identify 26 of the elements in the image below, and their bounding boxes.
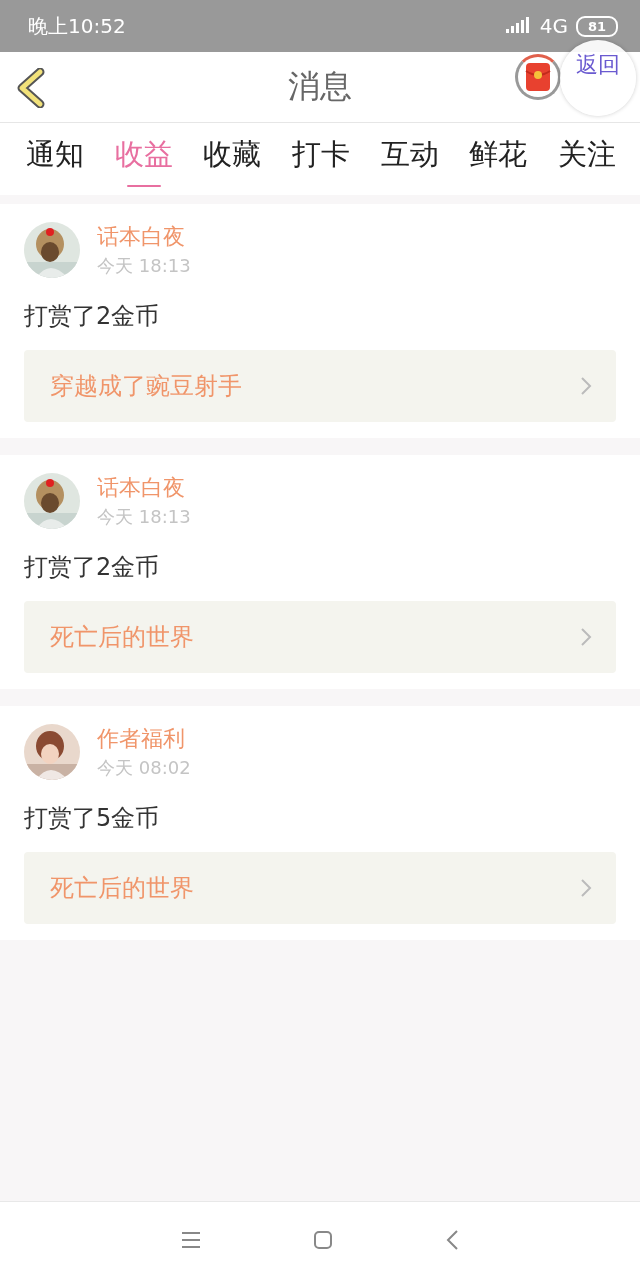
back-icon[interactable] [445,1229,459,1251]
page-title: 消息 [288,66,352,107]
timestamp: 今天 18:13 [97,505,191,529]
tab[interactable]: 互动 [380,123,439,187]
floating-return-button[interactable]: 返回 [560,40,636,116]
chevron-right-icon [580,878,592,898]
signal-icon [505,17,532,35]
home-icon[interactable] [313,1230,333,1250]
clock-time: 晚上10:52 [28,12,126,40]
message-text: 打赏了2金币 [24,301,161,332]
timestamp: 今天 08:02 [97,756,191,780]
battery-level: 81 [575,15,618,37]
tab[interactable]: 通知 [26,123,84,187]
tab[interactable]: 鲜花 [469,123,528,187]
message-text: 打赏了2金币 [24,552,161,583]
message-text: 打赏了5金币 [24,803,161,834]
menu-icon[interactable] [181,1231,201,1249]
tab[interactable]: 收藏 [203,123,262,187]
network-label: 4G [539,14,568,38]
tab[interactable]: 收益 [114,123,173,187]
envelope-icon[interactable] [515,54,561,100]
tab[interactable]: 打卡 [291,123,350,187]
chevron-right-icon [580,627,592,647]
tab[interactable]: 关注 [557,123,616,187]
timestamp: 今天 18:13 [97,254,191,278]
chevron-right-icon [580,376,592,396]
